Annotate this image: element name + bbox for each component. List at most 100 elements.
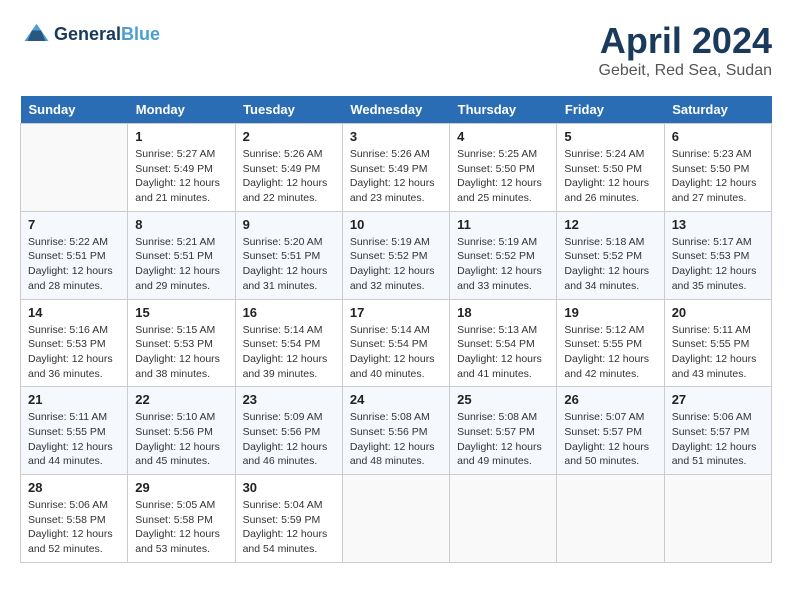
cell-info: Sunrise: 5:26 AMSunset: 5:49 PMDaylight:…	[243, 147, 335, 206]
calendar-cell	[21, 124, 128, 212]
cell-info: Sunrise: 5:26 AMSunset: 5:49 PMDaylight:…	[350, 147, 442, 206]
cell-info: Sunrise: 5:18 AMSunset: 5:52 PMDaylight:…	[564, 235, 656, 294]
calendar-cell	[342, 475, 449, 563]
day-number: 27	[672, 392, 764, 407]
calendar-cell: 14 Sunrise: 5:16 AMSunset: 5:53 PMDayligh…	[21, 299, 128, 387]
cell-info: Sunrise: 5:11 AMSunset: 5:55 PMDaylight:…	[672, 323, 764, 382]
cell-info: Sunrise: 5:13 AMSunset: 5:54 PMDaylight:…	[457, 323, 549, 382]
day-number: 22	[135, 392, 227, 407]
logo: GeneralBlue	[20, 20, 160, 50]
day-number: 21	[28, 392, 120, 407]
day-number: 15	[135, 305, 227, 320]
day-number: 26	[564, 392, 656, 407]
cell-info: Sunrise: 5:17 AMSunset: 5:53 PMDaylight:…	[672, 235, 764, 294]
calendar-cell	[557, 475, 664, 563]
calendar-cell: 11Sunrise: 5:19 AMSunset: 5:52 PMDayligh…	[450, 211, 557, 299]
calendar-cell	[450, 475, 557, 563]
cell-info: Sunrise: 5:14 AMSunset: 5:54 PMDaylight:…	[243, 323, 335, 382]
calendar-cell: 10Sunrise: 5:19 AMSunset: 5:52 PMDayligh…	[342, 211, 449, 299]
calendar-cell: 17 Sunrise: 5:14 AMSunset: 5:54 PMDayligh…	[342, 299, 449, 387]
calendar-cell: 19 Sunrise: 5:12 AMSunset: 5:55 PMDayligh…	[557, 299, 664, 387]
day-number: 16	[243, 305, 335, 320]
cell-info: Sunrise: 5:09 AMSunset: 5:56 PMDaylight:…	[243, 410, 335, 469]
calendar-cell: 23 Sunrise: 5:09 AMSunset: 5:56 PMDayligh…	[235, 387, 342, 475]
calendar-cell: 2 Sunrise: 5:26 AMSunset: 5:49 PMDaylight…	[235, 124, 342, 212]
cell-info: Sunrise: 5:20 AMSunset: 5:51 PMDaylight:…	[243, 235, 335, 294]
calendar-cell: 27 Sunrise: 5:06 AMSunset: 5:57 PMDayligh…	[664, 387, 771, 475]
calendar-week-row: 7Sunrise: 5:22 AMSunset: 5:51 PMDaylight…	[21, 211, 772, 299]
weekday-header: Monday	[128, 96, 235, 124]
weekday-header: Thursday	[450, 96, 557, 124]
cell-info: Sunrise: 5:06 AMSunset: 5:58 PMDaylight:…	[28, 498, 120, 557]
cell-info: Sunrise: 5:04 AMSunset: 5:59 PMDaylight:…	[243, 498, 335, 557]
logo-text: GeneralBlue	[54, 25, 160, 45]
day-number: 17	[350, 305, 442, 320]
weekday-header: Tuesday	[235, 96, 342, 124]
calendar-cell: 12Sunrise: 5:18 AMSunset: 5:52 PMDayligh…	[557, 211, 664, 299]
weekday-header: Sunday	[21, 96, 128, 124]
day-number: 29	[135, 480, 227, 495]
day-number: 20	[672, 305, 764, 320]
day-number: 4	[457, 129, 549, 144]
cell-info: Sunrise: 5:19 AMSunset: 5:52 PMDaylight:…	[350, 235, 442, 294]
day-number: 19	[564, 305, 656, 320]
calendar-cell: 20 Sunrise: 5:11 AMSunset: 5:55 PMDayligh…	[664, 299, 771, 387]
weekday-header: Wednesday	[342, 96, 449, 124]
cell-info: Sunrise: 5:11 AMSunset: 5:55 PMDaylight:…	[28, 410, 120, 469]
calendar-cell: 18 Sunrise: 5:13 AMSunset: 5:54 PMDayligh…	[450, 299, 557, 387]
calendar-cell: 22 Sunrise: 5:10 AMSunset: 5:56 PMDayligh…	[128, 387, 235, 475]
calendar-cell: 5Sunrise: 5:24 AMSunset: 5:50 PMDaylight…	[557, 124, 664, 212]
location-subtitle: Gebeit, Red Sea, Sudan	[599, 62, 772, 80]
cell-info: Sunrise: 5:10 AMSunset: 5:56 PMDaylight:…	[135, 410, 227, 469]
calendar-cell: 24Sunrise: 5:08 AMSunset: 5:56 PMDayligh…	[342, 387, 449, 475]
calendar-cell: 15 Sunrise: 5:15 AMSunset: 5:53 PMDayligh…	[128, 299, 235, 387]
calendar-cell: 16 Sunrise: 5:14 AMSunset: 5:54 PMDayligh…	[235, 299, 342, 387]
cell-info: Sunrise: 5:06 AMSunset: 5:57 PMDaylight:…	[672, 410, 764, 469]
cell-info: Sunrise: 5:14 AMSunset: 5:54 PMDaylight:…	[350, 323, 442, 382]
calendar-cell: 28 Sunrise: 5:06 AMSunset: 5:58 PMDayligh…	[21, 475, 128, 563]
calendar-header-row: SundayMondayTuesdayWednesdayThursdayFrid…	[21, 96, 772, 124]
calendar-cell	[664, 475, 771, 563]
day-number: 6	[672, 129, 764, 144]
calendar-cell: 13Sunrise: 5:17 AMSunset: 5:53 PMDayligh…	[664, 211, 771, 299]
day-number: 25	[457, 392, 549, 407]
cell-info: Sunrise: 5:08 AMSunset: 5:57 PMDaylight:…	[457, 410, 549, 469]
page-header: GeneralBlue April 2024 Gebeit, Red Sea, …	[20, 20, 772, 80]
calendar-cell: 6 Sunrise: 5:23 AMSunset: 5:50 PMDaylight…	[664, 124, 771, 212]
day-number: 9	[243, 217, 335, 232]
calendar-cell: 3Sunrise: 5:26 AMSunset: 5:49 PMDaylight…	[342, 124, 449, 212]
cell-info: Sunrise: 5:19 AMSunset: 5:52 PMDaylight:…	[457, 235, 549, 294]
calendar-cell: 30Sunrise: 5:04 AMSunset: 5:59 PMDayligh…	[235, 475, 342, 563]
day-number: 2	[243, 129, 335, 144]
day-number: 28	[28, 480, 120, 495]
calendar-cell: 1Sunrise: 5:27 AMSunset: 5:49 PMDaylight…	[128, 124, 235, 212]
cell-info: Sunrise: 5:23 AMSunset: 5:50 PMDaylight:…	[672, 147, 764, 206]
calendar-week-row: 21 Sunrise: 5:11 AMSunset: 5:55 PMDayligh…	[21, 387, 772, 475]
title-section: April 2024 Gebeit, Red Sea, Sudan	[599, 20, 772, 80]
calendar-cell: 7Sunrise: 5:22 AMSunset: 5:51 PMDaylight…	[21, 211, 128, 299]
cell-info: Sunrise: 5:12 AMSunset: 5:55 PMDaylight:…	[564, 323, 656, 382]
calendar-week-row: 1Sunrise: 5:27 AMSunset: 5:49 PMDaylight…	[21, 124, 772, 212]
cell-info: Sunrise: 5:08 AMSunset: 5:56 PMDaylight:…	[350, 410, 442, 469]
calendar-cell: 25 Sunrise: 5:08 AMSunset: 5:57 PMDayligh…	[450, 387, 557, 475]
calendar-week-row: 28 Sunrise: 5:06 AMSunset: 5:58 PMDayligh…	[21, 475, 772, 563]
cell-info: Sunrise: 5:21 AMSunset: 5:51 PMDaylight:…	[135, 235, 227, 294]
day-number: 14	[28, 305, 120, 320]
calendar-cell: 29 Sunrise: 5:05 AMSunset: 5:58 PMDayligh…	[128, 475, 235, 563]
cell-info: Sunrise: 5:16 AMSunset: 5:53 PMDaylight:…	[28, 323, 120, 382]
day-number: 8	[135, 217, 227, 232]
weekday-header: Friday	[557, 96, 664, 124]
cell-info: Sunrise: 5:22 AMSunset: 5:51 PMDaylight:…	[28, 235, 120, 294]
cell-info: Sunrise: 5:05 AMSunset: 5:58 PMDaylight:…	[135, 498, 227, 557]
calendar-cell: 8 Sunrise: 5:21 AMSunset: 5:51 PMDaylight…	[128, 211, 235, 299]
calendar-cell: 4Sunrise: 5:25 AMSunset: 5:50 PMDaylight…	[450, 124, 557, 212]
day-number: 23	[243, 392, 335, 407]
calendar-cell: 21 Sunrise: 5:11 AMSunset: 5:55 PMDayligh…	[21, 387, 128, 475]
calendar-cell: 26Sunrise: 5:07 AMSunset: 5:57 PMDayligh…	[557, 387, 664, 475]
month-title: April 2024	[599, 20, 772, 62]
cell-info: Sunrise: 5:24 AMSunset: 5:50 PMDaylight:…	[564, 147, 656, 206]
cell-info: Sunrise: 5:15 AMSunset: 5:53 PMDaylight:…	[135, 323, 227, 382]
day-number: 18	[457, 305, 549, 320]
calendar-table: SundayMondayTuesdayWednesdayThursdayFrid…	[20, 96, 772, 563]
weekday-header: Saturday	[664, 96, 771, 124]
